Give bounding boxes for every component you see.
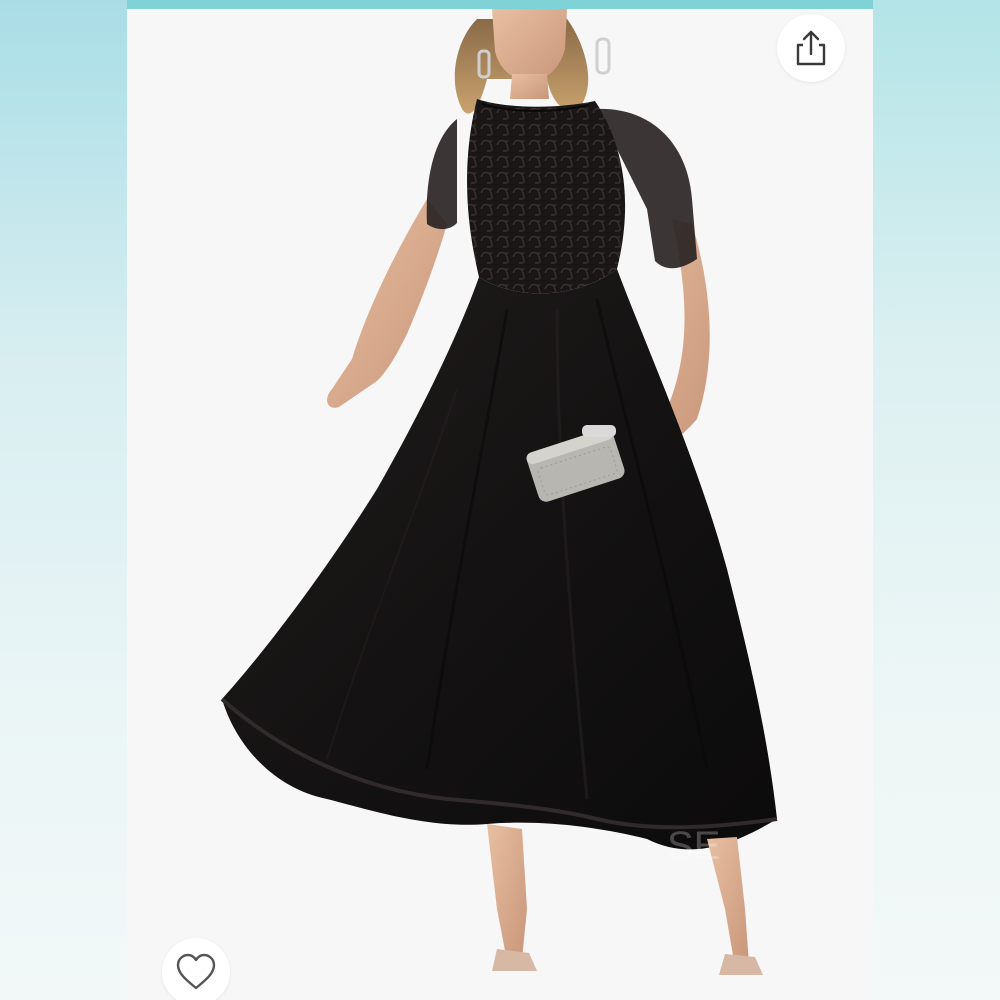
like-button[interactable] — [162, 938, 230, 1000]
top-accent-strip — [127, 0, 873, 9]
share-icon — [796, 30, 826, 66]
product-photo: SE — [220, 9, 778, 975]
heart-outline-icon — [176, 953, 216, 990]
left-background-blur — [0, 0, 127, 1000]
share-button[interactable] — [777, 14, 845, 82]
svg-text:SE: SE — [667, 824, 720, 868]
product-photo-frame[interactable]: SE — [127, 9, 873, 1000]
right-background-blur — [873, 0, 1000, 1000]
